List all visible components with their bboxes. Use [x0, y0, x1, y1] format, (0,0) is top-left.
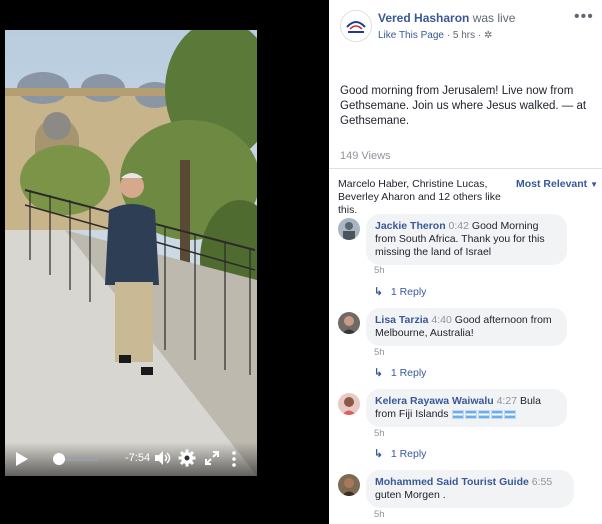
post-panel: Vered Hasharon was live Like This Page ·… — [329, 0, 602, 524]
post-options-button[interactable]: ••• — [574, 8, 594, 26]
comment-bubble: Jackie Theron 0:42 Good Morning from Sou… — [366, 214, 567, 265]
comment-age[interactable]: 5h — [374, 265, 385, 276]
reply-arrow-icon: ↳ — [374, 286, 383, 298]
comment-age[interactable]: 5h — [374, 428, 385, 439]
fiji-flag-icon — [478, 409, 491, 419]
comment-bubble: Kelera Rayawa Waiwalu 4:27 Bula from Fij… — [366, 389, 567, 427]
time-remaining: -7:54 — [125, 452, 151, 464]
video-player[interactable]: -7:54 — [0, 0, 329, 524]
video-frame-image — [5, 30, 257, 476]
comment-video-time[interactable]: 0:42 — [449, 220, 469, 232]
post-author-line: Vered Hasharon was live — [378, 11, 515, 25]
caret-down-icon: ▼ — [590, 180, 599, 189]
like-page-link[interactable]: Like This Page — [378, 30, 444, 41]
comment-author[interactable]: Kelera Rayawa Waiwalu — [375, 395, 494, 407]
vertical-ellipsis-icon — [232, 451, 236, 467]
divider — [329, 168, 602, 169]
volume-icon — [155, 451, 171, 465]
play-icon — [16, 452, 28, 466]
comment-text: guten Morgen . — [375, 489, 446, 501]
likers-summary[interactable]: Marcelo Haber, Christine Lucas, Beverley… — [338, 178, 513, 217]
comment-author[interactable]: Lisa Tarzia — [375, 314, 429, 326]
fiji-flag-icon — [491, 409, 504, 419]
video-frame[interactable] — [5, 30, 257, 476]
comment-age[interactable]: 5h — [374, 509, 385, 520]
view-replies-link[interactable]: ↳ 1 Reply — [374, 448, 426, 460]
page-avatar[interactable] — [340, 10, 372, 42]
post-time[interactable]: 5 hrs — [453, 30, 475, 41]
play-button[interactable] — [15, 451, 29, 467]
reply-arrow-icon: ↳ — [374, 367, 383, 379]
reply-arrow-icon: ↳ — [374, 448, 383, 460]
view-replies-link[interactable]: ↳ 1 Reply — [374, 286, 426, 298]
volume-button[interactable] — [153, 449, 171, 467]
page-logo-icon — [341, 11, 371, 41]
post-header: Vered Hasharon was live Like This Page ·… — [329, 0, 602, 50]
more-options-button[interactable] — [231, 450, 237, 468]
reply-count: 1 Reply — [390, 367, 427, 379]
fiji-flag-icon — [504, 409, 517, 419]
views-count: 149 Views — [340, 150, 391, 162]
avatar[interactable] — [338, 312, 360, 334]
comment-sort-label: Most Relevant — [516, 178, 588, 190]
settings-button[interactable] — [178, 449, 196, 467]
post-text: Good morning from Jerusalem! Live now fr… — [340, 85, 587, 127]
avatar[interactable] — [338, 393, 360, 415]
comment-video-time[interactable]: 4:27 — [497, 395, 517, 407]
reply-count: 1 Reply — [390, 286, 427, 298]
video-progress-handle[interactable] — [52, 453, 65, 465]
comment-author[interactable]: Jackie Theron — [375, 220, 446, 232]
comment-video-time[interactable]: 6:55 — [532, 476, 552, 488]
fiji-flag-icon — [452, 409, 465, 419]
avatar[interactable] — [338, 474, 360, 496]
video-progress-bar[interactable] — [52, 453, 98, 465]
reply-count: 1 Reply — [390, 448, 427, 460]
comment-bubble: Lisa Tarzia 4:40 Good afternoon from Mel… — [366, 308, 567, 346]
comment-video-time[interactable]: 4:40 — [431, 314, 451, 326]
avatar[interactable] — [338, 218, 360, 240]
view-replies-link[interactable]: ↳ 1 Reply — [374, 367, 426, 379]
ellipsis-icon: ••• — [574, 8, 594, 25]
page-name-link[interactable]: Vered Hasharon — [378, 11, 469, 25]
globe-icon: ✲ — [483, 30, 493, 41]
fullscreen-button[interactable] — [204, 450, 220, 466]
comment-age[interactable]: 5h — [374, 347, 385, 358]
post-meta-line: Like This Page · 5 hrs · ✲ — [378, 30, 492, 41]
comment-author[interactable]: Mohammed Said Tourist Guide — [375, 476, 529, 488]
fiji-flag-emojis — [451, 408, 517, 420]
comment-bubble: Mohammed Said Tourist Guide 6:55 guten M… — [366, 470, 574, 508]
video-controls: -7:54 — [5, 442, 257, 476]
fullscreen-icon — [205, 451, 219, 465]
live-status: was live — [472, 11, 516, 25]
comment-sort-dropdown[interactable]: Most Relevant ▼ — [516, 178, 598, 190]
gear-icon — [178, 449, 196, 467]
fiji-flag-icon — [465, 409, 478, 419]
